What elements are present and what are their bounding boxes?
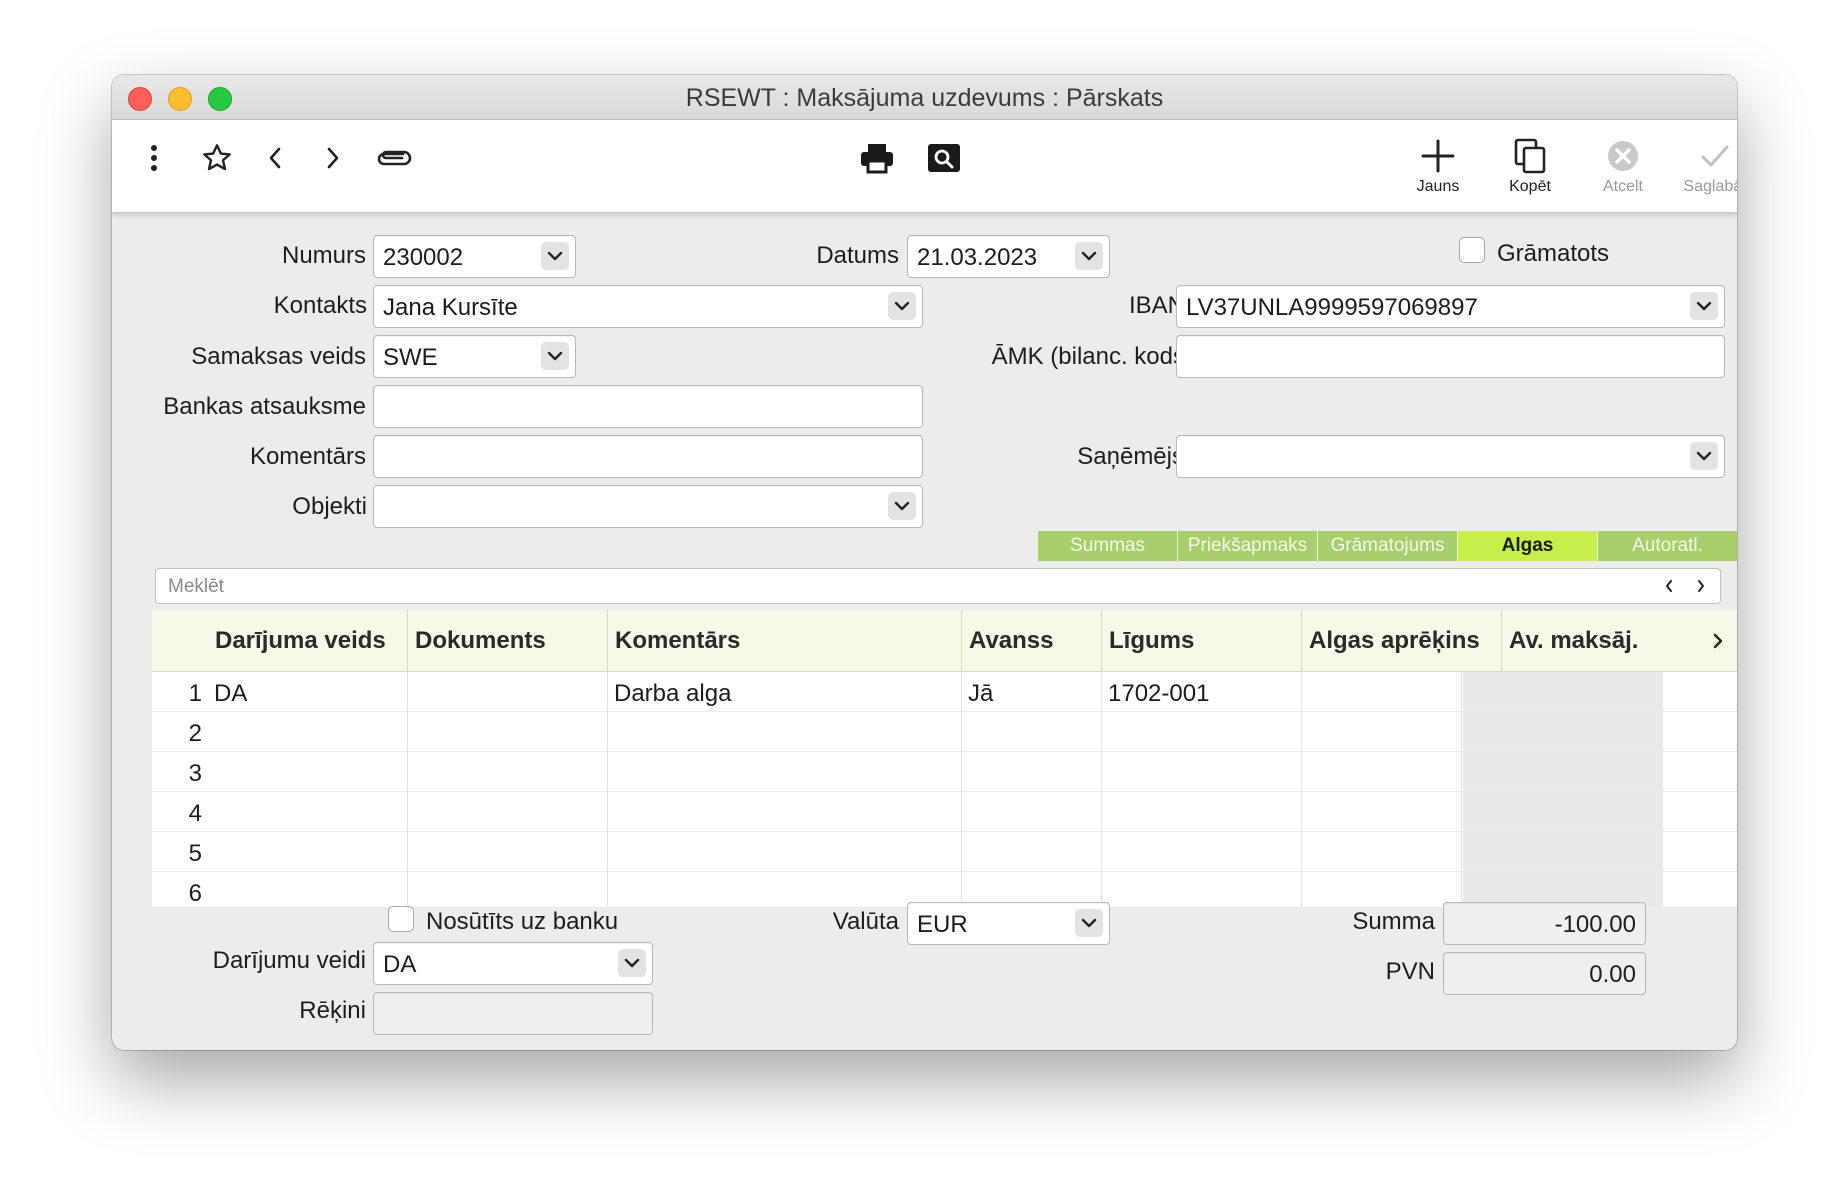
tab-summas[interactable]: Summas [1038, 531, 1178, 561]
kontakts-label: Kontakts [273, 292, 367, 319]
save-button[interactable]: Saglabāt [1670, 134, 1737, 196]
preview-icon[interactable] [924, 138, 964, 178]
sanemejs-label: Saņēmējs [1077, 443, 1184, 470]
numurs-label: Numurs [281, 242, 366, 269]
row-number-header [152, 610, 208, 672]
iban-label: IBAN [1128, 292, 1185, 319]
toolbar: Jauns Kopēt Atcelt Saglabāt [112, 120, 1737, 213]
valuta-field[interactable]: EUR [907, 902, 1110, 945]
chevron-left-icon[interactable] [255, 138, 295, 178]
table-header: Darījuma veids Dokuments Komentārs Avans… [152, 610, 1737, 672]
objekti-field[interactable] [373, 485, 923, 528]
col-avanss[interactable]: Avanss [962, 610, 1102, 672]
chevron-down-icon[interactable] [1075, 242, 1103, 270]
chevron-down-icon[interactable] [541, 242, 569, 270]
bankas-atsauksme-field[interactable] [373, 385, 923, 428]
col-ligums[interactable]: Līgums [1102, 610, 1302, 672]
chevron-down-icon[interactable] [1690, 442, 1718, 470]
darijumu-veidi-label: Darījumu veidi [212, 947, 366, 974]
search-input[interactable]: Meklēt [168, 576, 224, 598]
print-icon[interactable] [857, 138, 897, 178]
table-row[interactable]: 5 [152, 832, 1737, 872]
darijumu-veidi-field[interactable]: DA [373, 942, 653, 985]
komentars-field[interactable] [373, 435, 923, 478]
chevron-right-icon[interactable] [1690, 575, 1712, 597]
chevron-down-icon[interactable] [1075, 909, 1103, 937]
rekini-field [373, 992, 653, 1035]
kontakts-field[interactable]: Jana Kursīte [373, 285, 923, 328]
objekti-label: Objekti [292, 493, 367, 520]
paperclip-icon[interactable] [365, 138, 421, 178]
valuta-label: Valūta [832, 908, 899, 935]
new-button[interactable]: Jauns [1393, 134, 1483, 196]
gramatots-checkbox[interactable] [1459, 237, 1485, 263]
table-row[interactable]: 1 DA Darba alga Jā 1702-001 [152, 672, 1737, 712]
copy-icon [1485, 134, 1575, 178]
chevron-right-icon[interactable] [313, 138, 353, 178]
amk-label: ĀMK (bilanc. kods [991, 343, 1185, 370]
datums-field[interactable]: 21.03.2023 [907, 235, 1110, 278]
komentars-label: Komentārs [249, 443, 366, 470]
summa-field: -100.00 [1443, 902, 1646, 945]
chevron-down-icon[interactable] [541, 342, 569, 370]
chevron-down-icon[interactable] [888, 492, 916, 520]
table-row[interactable]: 3 [152, 752, 1737, 792]
samaksas-veids-label: Samaksas veids [191, 343, 366, 370]
col-dokuments[interactable]: Dokuments [408, 610, 608, 672]
tab-bar: Summas Priekšapmaks Grāmatojums Algas Au… [1038, 531, 1737, 561]
numurs-field[interactable]: 230002 [373, 235, 576, 278]
cancel-circle-icon [1578, 134, 1668, 178]
sanemejs-field[interactable] [1176, 435, 1725, 478]
col-komentars[interactable]: Komentārs [608, 610, 962, 672]
star-icon[interactable] [197, 138, 237, 178]
iban-field[interactable]: LV37UNLA9999597069897 [1176, 285, 1725, 328]
summa-label: Summa [1352, 908, 1435, 935]
col-darijuma-veids[interactable]: Darījuma veids [208, 610, 408, 672]
title-bar: RSEWT : Maksājuma uzdevums : Pārskats [112, 75, 1737, 120]
gramatots-label: Grāmatots [1497, 240, 1610, 267]
chevron-left-icon[interactable] [1658, 575, 1680, 597]
tab-gramatojums[interactable]: Grāmatojums [1318, 531, 1458, 561]
more-menu-icon[interactable] [134, 138, 174, 178]
rekini-label: Rēķini [299, 997, 366, 1024]
copy-button[interactable]: Kopēt [1485, 134, 1575, 196]
chevron-down-icon[interactable] [618, 949, 646, 977]
chevron-down-icon[interactable] [1690, 292, 1718, 320]
pvn-field: 0.00 [1443, 952, 1646, 995]
chevron-right-icon[interactable] [1712, 632, 1724, 655]
amk-field[interactable] [1176, 335, 1725, 378]
table-row[interactable]: 2 [152, 712, 1737, 752]
nosutits-label: Nosūtīts uz banku [426, 908, 619, 935]
table-row[interactable]: 4 [152, 792, 1737, 832]
pvn-label: PVN [1385, 958, 1435, 985]
tab-algas[interactable]: Algas [1458, 531, 1598, 561]
cancel-button[interactable]: Atcelt [1578, 134, 1668, 196]
checkmark-icon [1670, 134, 1737, 178]
tab-prieksapmaks[interactable]: Priekšapmaks [1178, 531, 1318, 561]
salary-table: Darījuma veids Dokuments Komentārs Avans… [152, 610, 1737, 907]
app-window: RSEWT : Maksājuma uzdevums : Pārskats Ja… [112, 75, 1737, 1050]
samaksas-veids-field[interactable]: SWE [373, 335, 576, 378]
col-av-maksaj[interactable]: Av. maksāj. [1502, 610, 1702, 672]
tab-autoratl[interactable]: Autoratl. [1598, 531, 1737, 561]
datums-label: Datums [816, 242, 899, 269]
search-bar[interactable]: Meklēt [155, 568, 1721, 604]
chevron-down-icon[interactable] [888, 292, 916, 320]
plus-icon [1393, 134, 1483, 178]
nosutits-checkbox[interactable] [388, 906, 414, 932]
window-title: RSEWT : Maksājuma uzdevums : Pārskats [685, 84, 1164, 112]
bankas-atsauksme-label: Bankas atsauksme [163, 393, 366, 420]
col-algas-aprekins[interactable]: Algas aprēķins [1302, 610, 1502, 672]
